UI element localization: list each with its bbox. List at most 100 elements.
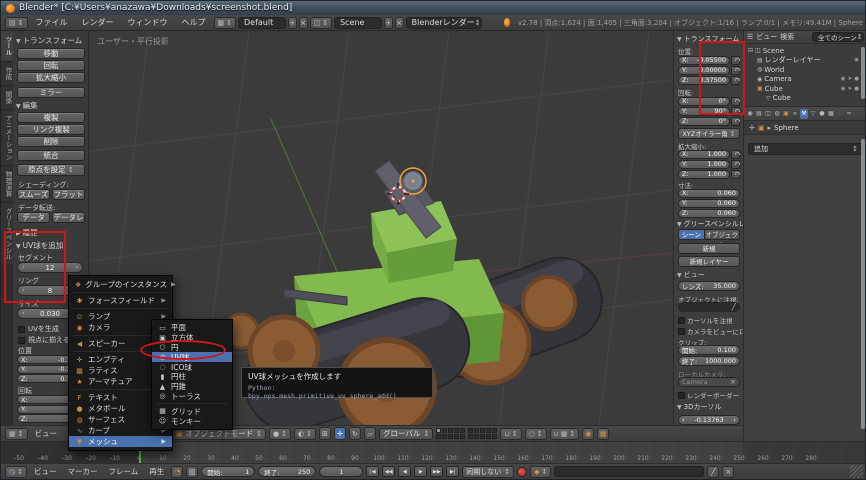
- timeline-marker-menu[interactable]: マーカー: [63, 466, 101, 477]
- outliner-row-world[interactable]: ◍World: [744, 65, 866, 75]
- layout-icon-dropdown[interactable]: ▦↕: [214, 17, 237, 29]
- shade-smooth-button[interactable]: スムーズ: [17, 189, 50, 200]
- physics-tab-icon[interactable]: ≈: [845, 109, 853, 119]
- add-scene-button[interactable]: +: [384, 17, 393, 29]
- selectability-icon[interactable]: ➤: [848, 76, 853, 82]
- local-camera-field[interactable]: Camera×: [678, 377, 740, 387]
- menu-item-uv-sphere[interactable]: ◍UV球: [152, 352, 232, 362]
- translate-manipulator-icon[interactable]: ✛: [334, 427, 346, 440]
- auto-keyframe-record-button[interactable]: [517, 467, 527, 477]
- transform-panel-header[interactable]: ▼トランスフォーム: [16, 35, 82, 46]
- menu-help[interactable]: ヘルプ: [176, 17, 212, 28]
- layer-buttons-group2[interactable]: [468, 428, 497, 439]
- menu-item-force-field[interactable]: ✱フォースフィールド▶: [69, 295, 172, 306]
- menu-item-monkey[interactable]: ☺モンキー: [152, 416, 232, 426]
- prev-keyframe-button[interactable]: ◀◀: [382, 466, 395, 477]
- menu-item-torus[interactable]: ◎トーラス: [152, 392, 232, 402]
- rotation-field[interactable]: X:0°: [678, 97, 730, 106]
- render-layers-tab-icon[interactable]: ▤: [755, 109, 763, 119]
- sync-dropdown[interactable]: 同期しない↕: [462, 466, 514, 478]
- jump-to-end-button[interactable]: ▶|: [446, 466, 459, 477]
- location-field[interactable]: Z:0.37500: [678, 76, 730, 85]
- eyedropper-icon[interactable]: ╱: [707, 466, 719, 478]
- cursor-3d-panel-header[interactable]: ▼3Dカーソル: [677, 402, 721, 412]
- proportional-edit-dropdown[interactable]: ○↕: [525, 428, 547, 440]
- lock-icon[interactable]: [731, 117, 740, 126]
- increment-arrow-icon[interactable]: ›: [733, 416, 736, 424]
- close-layout-button[interactable]: ×: [299, 17, 308, 29]
- expand-icon[interactable]: ⊟: [748, 47, 753, 54]
- decrement-arrow-icon[interactable]: ‹: [22, 264, 24, 271]
- gp-source-object-toggle[interactable]: オブジェクト: [705, 229, 740, 240]
- location-field[interactable]: X:-0.05500: [678, 56, 730, 65]
- properties-scrollbar[interactable]: [861, 139, 865, 429]
- timeline-frame-menu[interactable]: フレーム: [104, 466, 142, 477]
- menu-item-mesh[interactable]: ▼メッシュ▶: [69, 436, 172, 447]
- texture-tab-icon[interactable]: ▦: [827, 109, 835, 119]
- outliner-display-dropdown[interactable]: 全てのシーン↕: [812, 32, 864, 42]
- close-icon[interactable]: ×: [730, 378, 736, 386]
- timeline-playback-menu[interactable]: 再生: [145, 466, 168, 477]
- constraints-tab-icon[interactable]: ∞: [791, 109, 799, 119]
- corner-resize-grip[interactable]: [850, 465, 863, 478]
- duplicate-button[interactable]: 複製: [17, 112, 85, 123]
- mirror-button[interactable]: ミラー: [17, 87, 85, 98]
- rotation-field[interactable]: Z:0°: [678, 117, 730, 126]
- add-layout-button[interactable]: +: [288, 17, 297, 29]
- scale-field[interactable]: Z:1.000: [678, 170, 730, 179]
- object-data-tab-icon[interactable]: ▽: [809, 109, 817, 119]
- cursor-x-field[interactable]: ‹-0.13763›: [678, 415, 740, 425]
- menu-item-group-instance[interactable]: ❖グループのインスタンス▶: [69, 279, 172, 290]
- lens-field[interactable]: レンズ:35.000: [678, 281, 740, 291]
- timeline-view-menu[interactable]: ビュー: [30, 466, 61, 477]
- rotate-manipulator-icon[interactable]: ↻: [349, 427, 361, 440]
- eyedropper-icon[interactable]: ╱: [732, 303, 736, 311]
- tab-animation[interactable]: アニメーション: [1, 110, 13, 167]
- generate-uvs-checkbox[interactable]: UVを生成: [18, 324, 59, 334]
- history-panel-header[interactable]: ▶履歴: [16, 227, 38, 238]
- outliner-view-menu[interactable]: ビュー: [756, 32, 777, 42]
- menu-item-circle[interactable]: ○円: [152, 343, 232, 353]
- preview-range-icon[interactable]: ◔: [171, 466, 183, 478]
- lock-camera-to-view-checkbox[interactable]: カメラをビューにロ...: [678, 326, 743, 336]
- gp-source-scene-toggle[interactable]: シーン: [678, 229, 705, 240]
- clip-end-field[interactable]: 終了:1000.000: [678, 356, 740, 366]
- modifiers-tab-icon[interactable]: ⚒: [800, 109, 808, 119]
- duplicate-linked-button[interactable]: リンク複製: [17, 124, 85, 135]
- scene-tab-icon[interactable]: ◫: [764, 109, 772, 119]
- segments-slider[interactable]: ‹12›: [17, 262, 83, 273]
- material-tab-icon[interactable]: ●: [818, 109, 826, 119]
- renderability-icon[interactable]: ●: [854, 76, 859, 82]
- delete-button[interactable]: 削除: [17, 136, 85, 147]
- render-tab-icon[interactable]: ◉: [746, 109, 754, 119]
- jump-to-start-button[interactable]: |◀: [366, 466, 379, 477]
- lock-icon[interactable]: [731, 66, 740, 75]
- dimension-field[interactable]: Y:0.060: [678, 199, 740, 208]
- orientation-dropdown[interactable]: グローバル↕: [379, 428, 433, 440]
- lock-icon[interactable]: [731, 150, 740, 159]
- view-menu[interactable]: ビュー: [31, 428, 62, 439]
- tab-relations[interactable]: 関係: [1, 86, 13, 110]
- clear-keying-set-button[interactable]: ×: [722, 466, 734, 478]
- scale-field[interactable]: Y:1.000: [678, 160, 730, 169]
- editor-type-dropdown[interactable]: ▤↕: [5, 17, 28, 29]
- timeline-editor-dropdown[interactable]: ◷↕: [5, 466, 27, 478]
- outliner-row-camera[interactable]: ◉Camera◉➤●: [744, 75, 866, 85]
- play-button[interactable]: ▶: [414, 466, 427, 477]
- lock-to-cursor-checkbox[interactable]: カーソルを注視: [678, 315, 733, 325]
- shade-flat-button[interactable]: フラット: [52, 189, 85, 200]
- rotate-button[interactable]: 回転: [17, 60, 85, 71]
- data-transfer-button[interactable]: データ: [17, 212, 50, 223]
- window-titlebar[interactable]: Blender* [C:¥Users¥anazawa¥Downloads¥scr…: [1, 1, 866, 15]
- add-modifier-dropdown[interactable]: 追加↕: [748, 143, 864, 155]
- decrement-arrow-icon[interactable]: ‹: [22, 287, 24, 294]
- menu-render[interactable]: レンダー: [76, 17, 120, 28]
- outliner-search-menu[interactable]: 検索: [780, 32, 794, 42]
- rotation-field[interactable]: Y:90°: [678, 107, 730, 116]
- tab-tools[interactable]: ツール: [1, 31, 13, 62]
- lock-object-field[interactable]: ╱: [678, 302, 740, 312]
- object-tab-icon[interactable]: ▣: [782, 109, 790, 119]
- dimension-field[interactable]: X:0.060: [678, 189, 740, 198]
- frames-seconds-icon[interactable]: ▥: [186, 466, 198, 478]
- layout-selector[interactable]: Default: [238, 17, 286, 29]
